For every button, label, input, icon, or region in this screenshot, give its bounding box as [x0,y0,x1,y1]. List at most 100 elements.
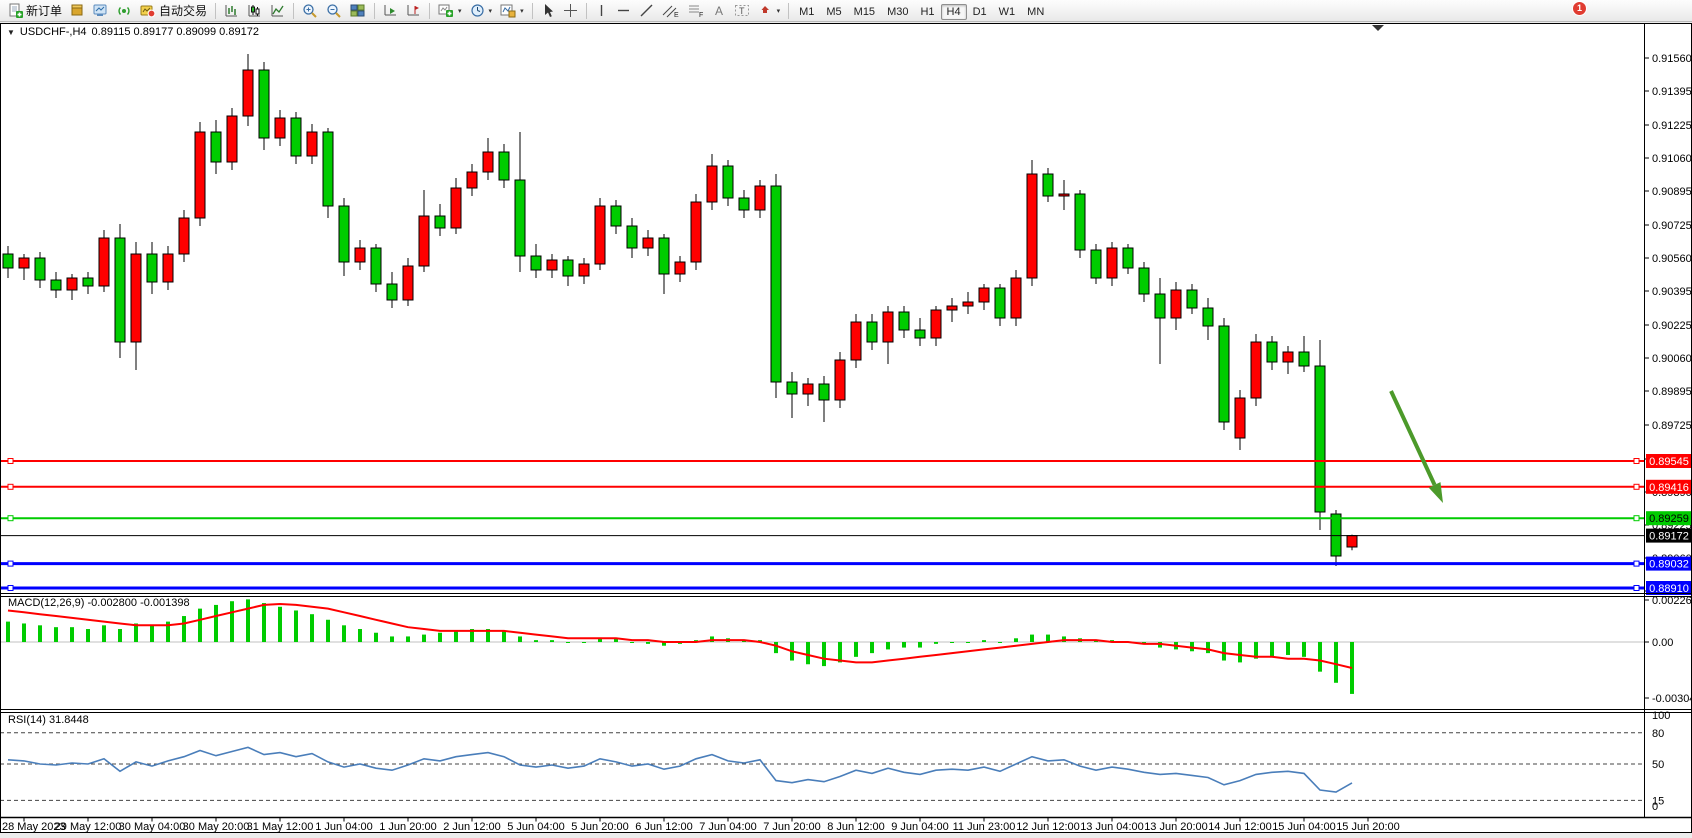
auto-scroll-button[interactable] [379,1,402,21]
candlestick [531,256,541,270]
price-tick-label: 0.91060 [1652,153,1692,165]
text-tool[interactable]: A [708,1,730,21]
candlestick [819,384,829,400]
autotrading-icon [140,3,156,18]
candlestick [803,384,813,394]
macd-histogram-bar [550,640,554,642]
tab-timeframe-mn[interactable]: MN [1021,4,1050,20]
candle-chart-button[interactable] [243,1,266,21]
zoom-in-icon [302,3,318,18]
candlestick [211,132,221,162]
macd-histogram-bar [982,640,986,642]
new-chart-button[interactable] [66,1,89,21]
svg-text:E: E [674,12,679,18]
macd-histogram-bar [38,625,42,642]
macd-histogram-bar [1302,642,1306,657]
notification-badge[interactable]: 1 [1572,1,1587,16]
candlestick [483,152,493,172]
signals-button[interactable] [113,1,136,21]
window-bottom-strip [0,833,1692,838]
zoom-out-button[interactable] [322,1,346,21]
macd-histogram-bar [70,627,74,642]
resistance-line-2-handle-right[interactable] [1634,484,1639,489]
autotrading-button[interactable]: 自动交易 [136,1,211,21]
toolbar-separator [374,3,375,19]
candlestick [163,254,173,282]
indicators-button[interactable]: ▾ [434,1,466,21]
text-label-tool[interactable]: T [730,1,754,21]
macd-histogram-bar [6,622,10,642]
macd-histogram-bar [374,633,378,642]
trendline-tool[interactable] [635,1,658,21]
support-line-blue-1-handle-right[interactable] [1634,561,1639,566]
candlestick [963,302,973,306]
toolbar-separator [586,3,587,19]
time-tick-label: 2 Jun 12:00 [443,821,501,833]
horizontal-line-icon [616,3,631,18]
equidistant-channel-tool[interactable]: E [658,1,683,21]
horizontal-line-tool[interactable] [612,1,635,21]
tab-timeframe-d1[interactable]: D1 [967,4,993,20]
svg-text:T: T [739,6,745,16]
candlestick [771,186,781,382]
tab-timeframe-w1[interactable]: W1 [993,4,1022,20]
chart-shift-icon [406,3,421,18]
chart-collapse-icon[interactable]: ▼ [7,28,15,37]
chart-shift-button[interactable] [402,1,425,21]
tab-timeframe-h1[interactable]: H1 [914,4,940,20]
tile-windows-button[interactable] [346,1,370,21]
resistance-line-2-handle-left[interactable] [8,484,13,489]
price-tick-label: 0.89895 [1652,386,1692,398]
macd-main-value: -0.002800 [87,597,137,609]
resistance-line-1-handle-right[interactable] [1634,459,1639,464]
macd-histogram-bar [1318,642,1322,672]
candlestick [51,280,61,290]
macd-histogram-bar [1238,642,1242,662]
tab-timeframe-m30[interactable]: M30 [881,4,914,20]
candle-chart-icon [247,3,262,18]
text-label-icon: T [734,3,750,18]
tab-timeframe-h4[interactable]: H4 [941,4,967,20]
crosshair-tool-button[interactable] [559,1,582,21]
macd-histogram-bar [454,631,458,642]
support-line-blue-1-price-label: 0.89032 [1649,559,1689,571]
chart-canvas[interactable]: 0.915600.913950.912250.910600.908950.907… [0,0,1692,838]
support-line-green-handle-right[interactable] [1634,516,1639,521]
candlestick [259,70,269,138]
support-line-blue-2-handle-left[interactable] [8,586,13,591]
templates-button[interactable]: ▾ [496,1,528,21]
candlestick [915,330,925,338]
arrows-tool[interactable]: ▾ [754,1,785,21]
support-line-green-handle-left[interactable] [8,516,13,521]
price-tick-label: 0.91225 [1652,120,1692,132]
support-line-green-price-label: 0.89259 [1649,513,1689,525]
fibonacci-tool[interactable]: F [683,1,708,21]
candlestick [755,186,765,210]
new-order-button[interactable]: 新订单 [4,1,66,21]
resistance-line-1-handle-left[interactable] [8,459,13,464]
macd-histogram-bar [630,642,634,643]
line-chart-button[interactable] [266,1,289,21]
indicators-icon [438,3,454,18]
profiles-button[interactable] [89,1,113,21]
vertical-line-tool[interactable] [591,1,612,21]
line-chart-icon [270,3,285,18]
candlestick [931,310,941,338]
rsi-scale-label: 0 [1652,801,1658,813]
macd-histogram-bar [342,625,346,642]
macd-scale-label: -0.003041 [1652,693,1692,705]
support-line-blue-1-handle-left[interactable] [8,561,13,566]
zoom-in-button[interactable] [298,1,322,21]
chart-symbol-period: USDCHF-,H4 [20,26,87,38]
tab-timeframe-m1[interactable]: M1 [793,4,820,20]
candlestick [179,218,189,254]
macd-histogram-bar [1014,638,1018,642]
new-chart-icon [70,3,85,18]
bar-chart-button[interactable] [220,1,243,21]
tab-timeframe-m15[interactable]: M15 [848,4,881,20]
periods-button[interactable]: ▾ [466,1,497,21]
candlestick [739,198,749,210]
support-line-blue-2-handle-right[interactable] [1634,586,1639,591]
tab-timeframe-m5[interactable]: M5 [820,4,847,20]
cursor-tool-button[interactable] [537,1,559,21]
